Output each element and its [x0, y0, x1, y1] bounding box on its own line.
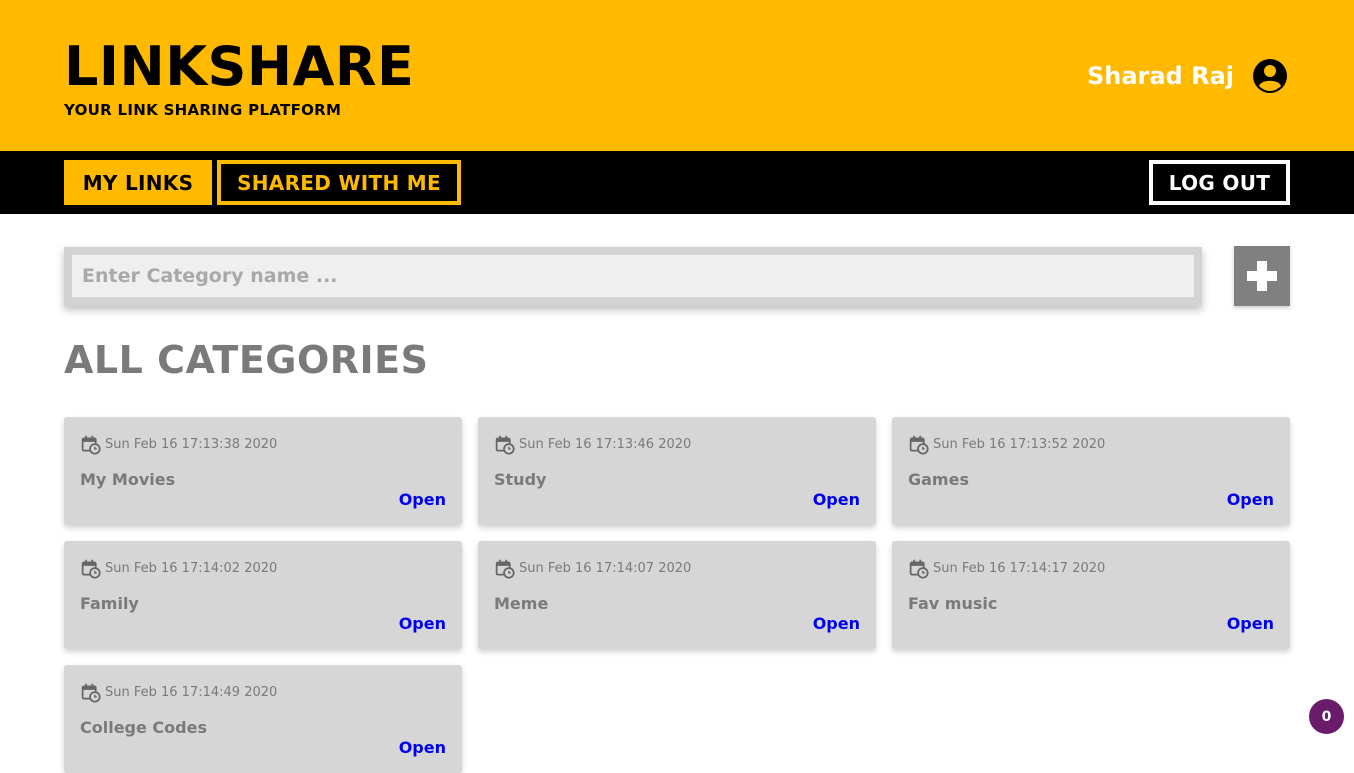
- category-card: Sun Feb 16 17:14:07 2020 Meme Open: [478, 541, 876, 649]
- card-name: Meme: [494, 594, 549, 613]
- app-tagline: YOUR LINK SHARING PLATFORM: [64, 101, 342, 119]
- card-date-text: Sun Feb 16 17:13:52 2020: [933, 437, 1106, 452]
- user-menu[interactable]: Sharad Raj: [1087, 58, 1288, 94]
- card-date-text: Sun Feb 16 17:13:38 2020: [105, 437, 278, 452]
- open-link[interactable]: Open: [813, 614, 860, 633]
- calendar-clock-icon: [494, 558, 519, 579]
- card-name: Fav music: [908, 594, 998, 613]
- card-date: Sun Feb 16 17:13:52 2020: [908, 434, 1105, 455]
- navbar: MY LINKS SHARED WITH ME LOG OUT: [0, 151, 1354, 214]
- open-link[interactable]: Open: [399, 738, 446, 757]
- calendar-clock-icon: [80, 558, 105, 579]
- category-card: Sun Feb 16 17:13:46 2020 Study Open: [478, 417, 876, 525]
- card-date-text: Sun Feb 16 17:14:49 2020: [105, 685, 278, 700]
- category-input-container: [64, 247, 1202, 306]
- open-link[interactable]: Open: [399, 490, 446, 509]
- category-name-input[interactable]: [72, 255, 1194, 297]
- calendar-clock-icon: [80, 682, 105, 703]
- card-name: Study: [494, 470, 547, 489]
- card-date-text: Sun Feb 16 17:14:17 2020: [933, 561, 1106, 576]
- app-title: LINKSHARE: [64, 35, 415, 98]
- card-date: Sun Feb 16 17:14:17 2020: [908, 558, 1105, 579]
- category-card: Sun Feb 16 17:13:38 2020 My Movies Open: [64, 417, 462, 525]
- open-link[interactable]: Open: [1227, 490, 1274, 509]
- card-date: Sun Feb 16 17:13:46 2020: [494, 434, 691, 455]
- app-header: LINKSHARE YOUR LINK SHARING PLATFORM Sha…: [0, 0, 1354, 151]
- calendar-clock-icon: [80, 434, 105, 455]
- calendar-clock-icon: [908, 558, 933, 579]
- card-name: Games: [908, 470, 969, 489]
- card-name: College Codes: [80, 718, 207, 737]
- card-date: Sun Feb 16 17:13:38 2020: [80, 434, 277, 455]
- calendar-clock-icon: [908, 434, 933, 455]
- section-title: ALL CATEGORIES: [64, 338, 429, 382]
- card-date: Sun Feb 16 17:14:07 2020: [494, 558, 691, 579]
- card-date-text: Sun Feb 16 17:14:07 2020: [519, 561, 692, 576]
- open-link[interactable]: Open: [813, 490, 860, 509]
- shared-with-me-button[interactable]: SHARED WITH ME: [217, 160, 461, 205]
- card-date-text: Sun Feb 16 17:13:46 2020: [519, 437, 692, 452]
- card-name: My Movies: [80, 470, 176, 489]
- card-name: Family: [80, 594, 139, 613]
- add-category-button[interactable]: [1234, 246, 1290, 306]
- my-links-button[interactable]: MY LINKS: [64, 160, 212, 205]
- category-card: Sun Feb 16 17:14:17 2020 Fav music Open: [892, 541, 1290, 649]
- open-link[interactable]: Open: [1227, 614, 1274, 633]
- category-card: Sun Feb 16 17:14:49 2020 College Codes Ope…: [64, 665, 462, 773]
- category-card: Sun Feb 16 17:14:02 2020 Family Open: [64, 541, 462, 649]
- card-date: Sun Feb 16 17:14:02 2020: [80, 558, 277, 579]
- account-circle-icon[interactable]: [1252, 58, 1288, 94]
- category-card: Sun Feb 16 17:13:52 2020 Games Open: [892, 417, 1290, 525]
- user-name: Sharad Raj: [1086, 62, 1234, 90]
- open-link[interactable]: Open: [399, 614, 446, 633]
- card-date: Sun Feb 16 17:14:49 2020: [80, 682, 277, 703]
- brand: LINKSHARE YOUR LINK SHARING PLATFORM: [64, 35, 415, 120]
- card-date-text: Sun Feb 16 17:14:02 2020: [105, 561, 278, 576]
- calendar-clock-icon: [494, 434, 519, 455]
- log-out-button[interactable]: LOG OUT: [1149, 160, 1290, 205]
- notification-badge[interactable]: 0: [1309, 699, 1344, 734]
- plus-icon: [1247, 261, 1277, 291]
